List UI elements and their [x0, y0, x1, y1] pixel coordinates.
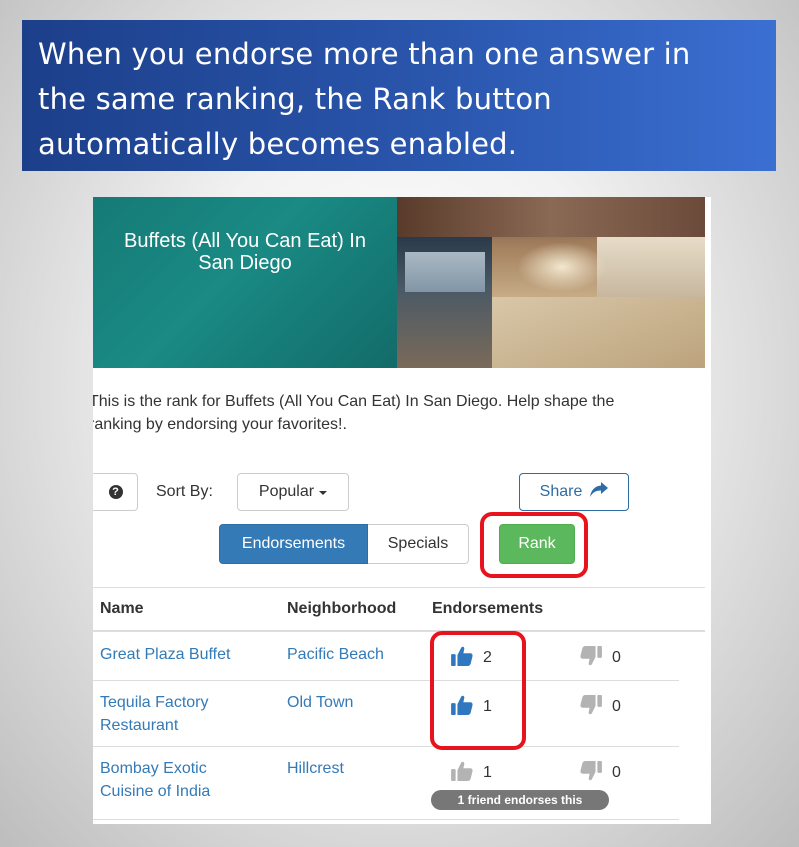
slide-caption-banner: When you endorse more than one answer in…	[22, 20, 776, 171]
sort-by-label: Sort By:	[156, 483, 213, 500]
downvote-count: 0	[612, 764, 621, 781]
caption-line-2: the same ranking, the Rank button	[38, 82, 552, 116]
restaurant-name-line: Bombay Exotic	[100, 760, 207, 777]
question-circle-icon: ?	[108, 485, 123, 499]
view-tabs: Endorsements Specials	[219, 524, 469, 564]
caption-line-1: When you endorse more than one answer in	[38, 37, 691, 71]
thumbs-down-icon[interactable]	[580, 761, 602, 781]
intro-line-2: ranking by endorsing your favorites!.	[93, 416, 347, 433]
table-header-divider	[93, 630, 705, 632]
tab-endorsements[interactable]: Endorsements	[219, 524, 368, 564]
page-title-line-2: San Diego	[198, 252, 292, 274]
sort-value: Popular	[258, 483, 315, 500]
table-top-divider	[93, 587, 705, 588]
column-header-name: Name	[100, 600, 144, 617]
help-button[interactable]: ?	[93, 473, 138, 511]
caption-line-3: automatically becomes enabled.	[38, 127, 518, 161]
caret-down-icon	[319, 491, 328, 495]
share-arrow-icon	[590, 481, 609, 503]
intro-text: This is the rank for Buffets (All You Ca…	[93, 390, 704, 436]
restaurant-link[interactable]: Tequila Factory Restaurant	[100, 691, 209, 737]
ranking-page-screenshot: Buffets (All You Can Eat) In San Diego T…	[93, 197, 711, 824]
page-title: Buffets (All You Can Eat) In San Diego	[93, 230, 397, 274]
restaurant-name-line: Restaurant	[100, 717, 179, 734]
column-header-neighborhood: Neighborhood	[287, 600, 397, 617]
restaurant-name-line: Cuisine of India	[100, 783, 211, 800]
neighborhood-link[interactable]: Pacific Beach	[287, 643, 384, 666]
downvote-count: 0	[612, 698, 621, 715]
thumbs-down-icon[interactable]	[580, 695, 602, 715]
restaurant-link[interactable]: Bombay Exotic Cuisine of India	[100, 757, 210, 803]
endorsement-highlight-outline	[430, 631, 526, 750]
page-title-line-1: Buffets (All You Can Eat) In	[123, 230, 366, 252]
rank-highlight-outline	[480, 512, 588, 578]
neighborhood-link[interactable]: Hillcrest	[287, 757, 344, 780]
restaurant-name-line: Great Plaza Buffet	[100, 646, 231, 663]
thumbs-up-icon[interactable]	[451, 761, 473, 781]
tab-specials[interactable]: Specials	[368, 524, 469, 564]
upvote-count: 1	[483, 764, 492, 781]
restaurant-name-line: Tequila Factory	[100, 694, 209, 711]
friend-endorsement-badge: 1 friend endorses this	[431, 790, 609, 810]
downvote-count: 0	[612, 649, 621, 666]
sort-dropdown[interactable]: Popular	[237, 473, 349, 511]
share-label: Share	[539, 483, 583, 500]
row-divider	[93, 819, 679, 820]
hero-header: Buffets (All You Can Eat) In San Diego	[93, 197, 705, 368]
row-divider	[93, 746, 679, 747]
column-header-endorsements: Endorsements	[432, 600, 544, 617]
share-button[interactable]: Share	[519, 473, 629, 511]
neighborhood-link[interactable]: Old Town	[287, 691, 353, 714]
restaurant-link[interactable]: Great Plaza Buffet	[100, 643, 230, 666]
row-divider	[93, 680, 679, 681]
intro-line-1: This is the rank for Buffets (All You Ca…	[93, 393, 615, 410]
hero-title-box: Buffets (All You Can Eat) In San Diego	[93, 197, 397, 368]
buffet-photo	[397, 197, 705, 368]
thumbs-down-icon[interactable]	[580, 646, 602, 666]
